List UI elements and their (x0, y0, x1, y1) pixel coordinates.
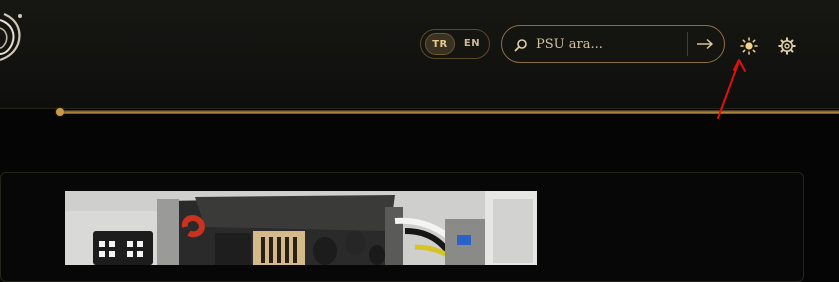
search-icon (514, 39, 527, 52)
language-switcher: TR EN (420, 29, 490, 59)
search-input[interactable] (536, 32, 684, 56)
lang-tr-button[interactable]: TR (425, 33, 455, 55)
sun-icon[interactable] (740, 37, 758, 55)
gear-icon[interactable] (778, 37, 796, 55)
search-box (501, 25, 725, 63)
psu-internals-photo (65, 191, 537, 265)
lang-en-button[interactable]: EN (457, 33, 487, 55)
gold-divider-dot (56, 108, 64, 116)
red-arrow-annotation (717, 59, 746, 119)
logo-emblem[interactable] (0, 6, 32, 66)
search-divider (687, 32, 688, 56)
arrow-right-icon (697, 38, 714, 50)
